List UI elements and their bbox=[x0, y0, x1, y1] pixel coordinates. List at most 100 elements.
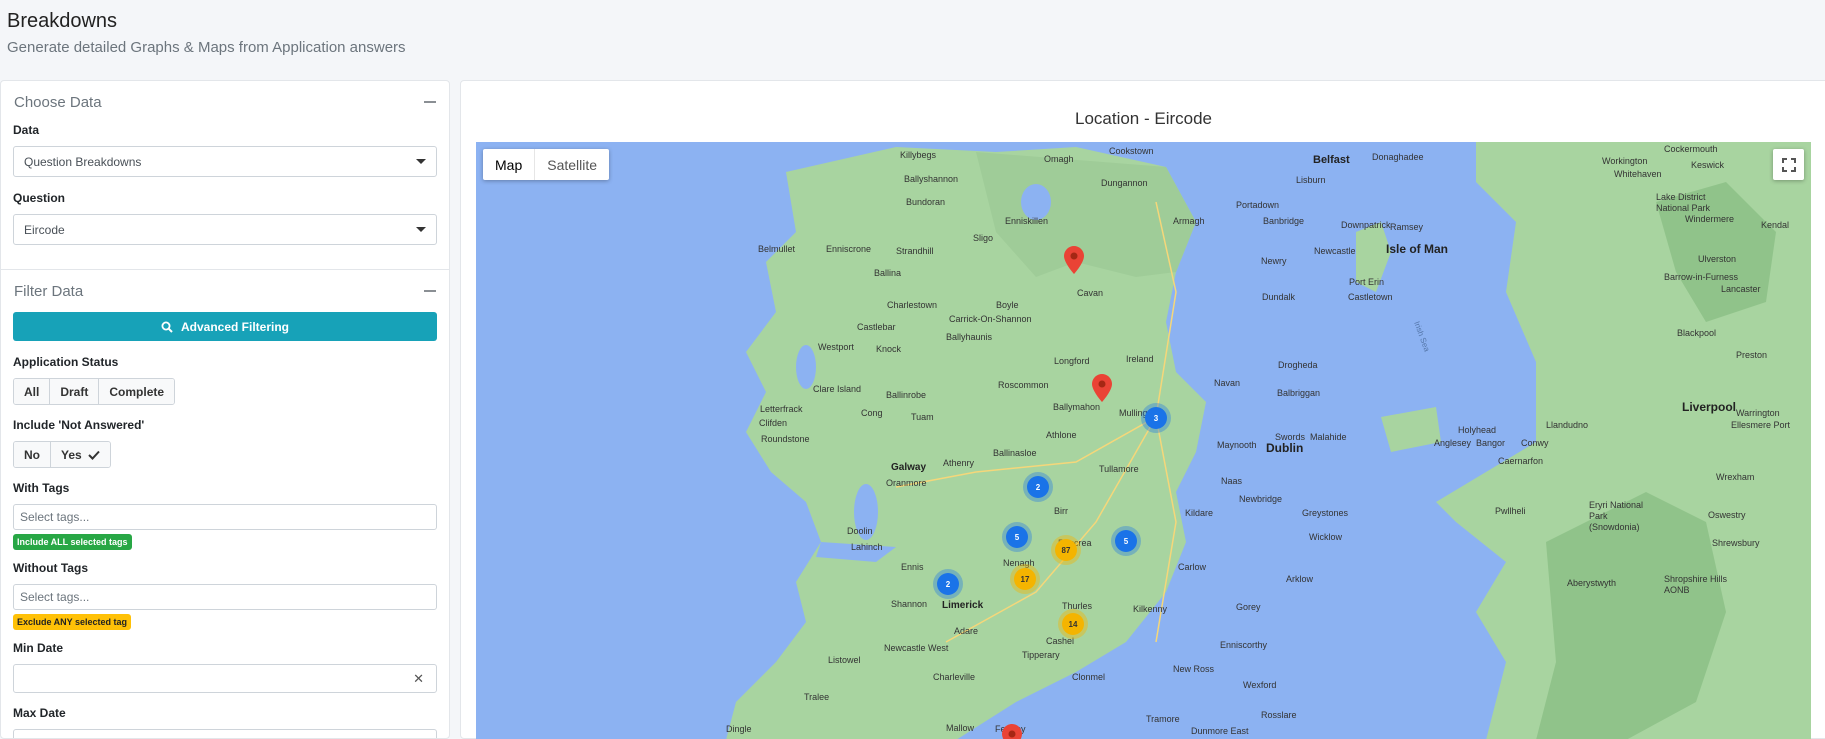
status-label: Application Status bbox=[13, 355, 119, 369]
filter-data-title: Filter Data bbox=[14, 282, 84, 300]
town-label: Cookstown bbox=[1109, 146, 1154, 156]
map-pin[interactable] bbox=[1092, 374, 1112, 402]
town-label: Ballina bbox=[874, 268, 902, 278]
map-land bbox=[726, 142, 1811, 739]
town-label: Keswick bbox=[1691, 160, 1725, 170]
town-label: Lancaster bbox=[1721, 284, 1761, 294]
map-card: Location - Eircode Map Satellite Killybe… bbox=[460, 80, 1825, 739]
town-label: Conwy bbox=[1521, 438, 1549, 448]
town-label: Balbriggan bbox=[1277, 388, 1321, 398]
town-label: Ellesmere Port bbox=[1731, 420, 1791, 430]
town-label: Downpatrick bbox=[1341, 220, 1391, 230]
collapse-icon[interactable] bbox=[424, 101, 436, 103]
town-label: Limerick bbox=[942, 600, 984, 611]
town-label: Shropshire Hills AONB bbox=[1664, 574, 1728, 595]
town-label: Sligo bbox=[973, 233, 994, 243]
without-tags-input[interactable]: Select tags... bbox=[13, 584, 437, 610]
town-label: Donaghadee bbox=[1372, 152, 1424, 162]
town-label: Port Erin bbox=[1349, 277, 1385, 287]
town-label: Maynooth bbox=[1217, 440, 1257, 450]
not-answered-option-yes[interactable]: Yes bbox=[51, 442, 110, 467]
town-label: Galway bbox=[891, 462, 927, 473]
town-label: Clare Island bbox=[813, 384, 862, 394]
map-cluster[interactable]: 5 bbox=[1115, 530, 1137, 552]
town-label: Holyhead bbox=[1458, 425, 1497, 435]
include-all-badge: Include ALL selected tags bbox=[13, 534, 132, 550]
min-date-label: Min Date bbox=[13, 641, 64, 655]
town-label: Enniscorthy bbox=[1220, 640, 1268, 650]
clear-icon[interactable]: ✕ bbox=[413, 671, 424, 687]
town-label: Ballyshannon bbox=[904, 174, 959, 184]
town-label: Wrexham bbox=[1716, 472, 1755, 482]
map-type-map[interactable]: Map bbox=[483, 149, 536, 180]
advanced-filtering-button[interactable]: Advanced Filtering bbox=[13, 312, 437, 341]
town-label: Carrick-On-Shannon bbox=[949, 314, 1032, 324]
town-label: Oswestry bbox=[1708, 510, 1746, 520]
map-cluster[interactable]: 2 bbox=[1027, 476, 1049, 498]
town-label: Athenry bbox=[943, 458, 975, 468]
town-label: Castletown bbox=[1348, 292, 1393, 302]
caret-down-icon bbox=[416, 227, 426, 232]
map-cluster[interactable]: 3 bbox=[1145, 407, 1167, 429]
map-type-satellite[interactable]: Satellite bbox=[535, 149, 609, 180]
exclude-any-badge: Exclude ANY selected tag bbox=[13, 614, 132, 630]
town-label: Lahinch bbox=[851, 542, 883, 552]
max-date-input[interactable] bbox=[13, 729, 437, 738]
map-canvas[interactable]: Map Satellite Killybegs Omagh Cookstown … bbox=[476, 142, 1811, 739]
town-label: Lake District National Park bbox=[1656, 192, 1711, 213]
question-select[interactable]: Eircode bbox=[13, 214, 437, 245]
town-label: Malahide bbox=[1310, 432, 1347, 442]
town-label: Greystones bbox=[1302, 508, 1349, 518]
town-label: Roundstone bbox=[761, 434, 810, 444]
town-label: Rosslare bbox=[1261, 710, 1297, 720]
map-cluster[interactable]: 2 bbox=[937, 573, 959, 595]
town-label: Whitehaven bbox=[1614, 169, 1662, 179]
town-label: Drogheda bbox=[1278, 360, 1318, 370]
map-cluster[interactable]: 14 bbox=[1062, 613, 1084, 635]
town-label: Mallow bbox=[946, 723, 975, 733]
min-date-input[interactable]: ✕ bbox=[13, 664, 437, 693]
status-option-complete[interactable]: Complete bbox=[99, 379, 175, 404]
town-label: Pwllheli bbox=[1495, 506, 1526, 516]
town-label: Bangor bbox=[1476, 438, 1506, 448]
collapse-icon[interactable] bbox=[424, 290, 436, 292]
town-label: Tuam bbox=[911, 412, 934, 422]
town-label: Kendal bbox=[1761, 220, 1790, 230]
town-label: Letterfrack bbox=[760, 404, 803, 414]
map-cluster[interactable]: 87 bbox=[1055, 539, 1077, 561]
data-select[interactable]: Question Breakdowns bbox=[13, 146, 437, 177]
town-label: Banbridge bbox=[1263, 216, 1305, 226]
town-label: Lisburn bbox=[1296, 175, 1326, 185]
town-label: Castlebar bbox=[857, 322, 896, 332]
town-label: Windermere bbox=[1685, 214, 1735, 224]
town-label: Llandudno bbox=[1546, 420, 1589, 430]
town-label: Workington bbox=[1602, 156, 1648, 166]
town-label: Dungannon bbox=[1101, 178, 1148, 188]
status-option-all[interactable]: All bbox=[14, 379, 51, 404]
page-header: Breakdowns Generate detailed Graphs & Ma… bbox=[7, 10, 406, 56]
map-pin[interactable] bbox=[1064, 246, 1084, 274]
town-label: Eryri National Park (Snowdonia) bbox=[1589, 500, 1644, 532]
town-label: Clifden bbox=[759, 418, 788, 428]
map-pin[interactable] bbox=[1002, 724, 1022, 739]
map-cluster[interactable]: 5 bbox=[1006, 526, 1028, 548]
town-label: Ballymahon bbox=[1053, 402, 1101, 412]
town-label: Strandhill bbox=[896, 246, 934, 256]
map-cluster[interactable]: 17 bbox=[1014, 568, 1036, 590]
town-label: Shrewsbury bbox=[1712, 538, 1760, 548]
without-tags-label: Without Tags bbox=[13, 561, 88, 575]
town-label: Cashel bbox=[1046, 636, 1075, 646]
town-label: Wexford bbox=[1243, 680, 1277, 690]
town-label: Clonmel bbox=[1072, 672, 1106, 682]
town-label: Doolin bbox=[847, 526, 873, 536]
town-label: Barrow-in-Furness bbox=[1664, 272, 1739, 282]
town-label: Newry bbox=[1261, 256, 1287, 266]
fullscreen-icon[interactable] bbox=[1773, 149, 1804, 180]
not-answered-option-no[interactable]: No bbox=[14, 442, 51, 467]
with-tags-input[interactable]: Select tags... bbox=[13, 504, 437, 530]
max-date-label: Max Date bbox=[13, 706, 66, 720]
data-label: Data bbox=[13, 123, 40, 137]
page-title: Breakdowns bbox=[7, 10, 118, 32]
status-option-draft[interactable]: Draft bbox=[50, 379, 100, 404]
town-label: Cockermouth bbox=[1664, 144, 1718, 154]
